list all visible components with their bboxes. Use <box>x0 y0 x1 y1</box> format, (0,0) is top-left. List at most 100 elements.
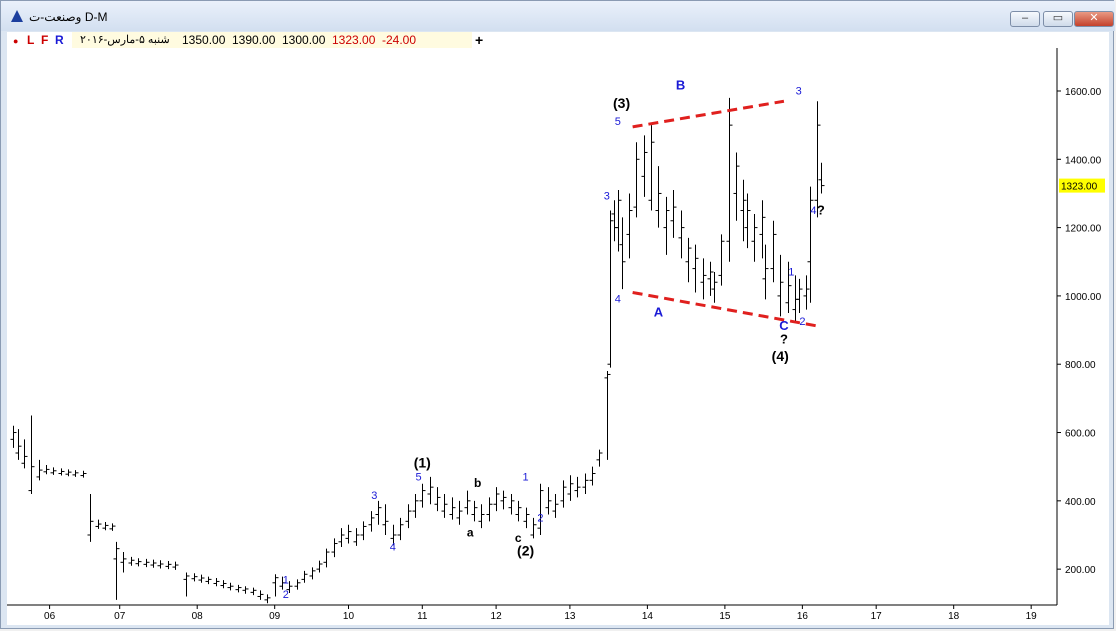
f-mode-button[interactable]: F <box>41 33 48 47</box>
last-price-label: 1323.00 <box>1061 182 1098 193</box>
chart-window: وصنعت-ت D-M – ▭ ✕ ● L F R شنبه ۵-مارس-۲۰… <box>0 0 1115 629</box>
wave-label: (4) <box>772 348 789 364</box>
add-indicator-button[interactable]: + <box>475 32 483 48</box>
ohlc-bar <box>792 275 799 322</box>
ohlc-bar <box>486 497 493 522</box>
restore-button[interactable]: ▭ <box>1043 11 1073 27</box>
ohlc-bar <box>198 574 205 583</box>
ohlc-bar <box>751 213 758 262</box>
price-chart[interactable]: 200.00400.00600.00800.001000.001200.0014… <box>7 48 1109 625</box>
ohlc-bar <box>796 278 803 313</box>
ohlc-bar <box>744 193 751 249</box>
ohlc-bar <box>87 494 94 542</box>
ohlc-bar <box>135 558 142 567</box>
ohlc-bar <box>109 523 116 531</box>
ohlc-bar <box>759 200 766 259</box>
ohlc-bar <box>80 470 87 478</box>
ohlc-bar <box>50 467 57 475</box>
wave-label: ? <box>817 203 825 218</box>
ohlc-bar <box>220 580 227 589</box>
ohlc-bar <box>530 517 537 539</box>
ohlc-bar <box>515 500 522 522</box>
open-value: 1350.00 <box>182 33 226 47</box>
high-value: 1390.00 <box>232 33 276 47</box>
ohlc-bar <box>360 521 367 541</box>
ohlc-bar <box>537 483 544 535</box>
x-tick-label: 18 <box>948 611 960 622</box>
r-mode-button[interactable]: R <box>55 33 64 47</box>
wave-label: 2 <box>537 512 543 524</box>
x-tick-label: 11 <box>417 611 428 622</box>
y-tick-label: 1200.00 <box>1065 224 1102 235</box>
y-tick-label: 1600.00 <box>1065 87 1102 98</box>
ohlc-bar <box>707 261 714 296</box>
x-tick-label: 07 <box>114 611 126 622</box>
y-tick-label: 800.00 <box>1065 360 1096 371</box>
ohlc-bar <box>172 561 179 570</box>
wave-label: 4 <box>615 294 621 306</box>
wave-label: 4 <box>390 541 396 553</box>
ohlc-bar <box>670 190 677 238</box>
ohlc-bar <box>648 125 655 211</box>
low-value: 1300.00 <box>282 33 326 47</box>
line-mode-button[interactable]: L <box>27 33 34 47</box>
wave-label: 2 <box>799 316 805 328</box>
ohlc-bar <box>777 254 784 317</box>
ohlc-bar <box>412 494 419 518</box>
x-tick-label: 12 <box>491 611 503 622</box>
ohlc-bar <box>15 429 22 460</box>
ohlc-bar <box>733 152 740 221</box>
ohlc-bar <box>567 475 574 501</box>
ohlc-bar <box>711 272 718 303</box>
ohlc-bar <box>596 449 603 467</box>
ohlc-bar <box>397 517 404 541</box>
ohlc-bar <box>165 560 172 570</box>
ohlc-bar <box>191 573 198 582</box>
ohlc-bar <box>43 464 50 475</box>
ohlc-bar <box>434 487 441 512</box>
x-tick-label: 14 <box>642 611 654 622</box>
ohlc-bar <box>353 528 360 546</box>
x-tick-label: 10 <box>343 611 355 622</box>
wave-label: 1 <box>788 266 794 278</box>
ohlc-bar <box>726 97 733 262</box>
ohlc-bar <box>382 504 389 535</box>
ohlc-bar <box>128 556 135 566</box>
ohlc-bar <box>242 586 249 594</box>
ohlc-bar <box>419 483 426 508</box>
ohlc-bar <box>456 500 463 525</box>
y-tick-label: 200.00 <box>1065 565 1096 576</box>
ohlc-bar <box>508 494 515 515</box>
record-dot-icon[interactable]: ● <box>13 34 18 48</box>
x-tick-label: 19 <box>1026 611 1038 622</box>
ohlc-bar <box>607 210 614 368</box>
ohlc-bar <box>345 524 352 544</box>
close-button[interactable]: ✕ <box>1074 11 1114 27</box>
wave-label: 1 <box>283 574 289 586</box>
y-tick-label: 1400.00 <box>1065 155 1102 166</box>
window-title: وصنعت-ت D-M <box>29 10 108 24</box>
ohlc-bar <box>619 217 626 290</box>
ohlc-bar <box>157 560 164 569</box>
y-tick-label: 600.00 <box>1065 429 1096 440</box>
chart-area[interactable]: 200.00 400.00 600.00 800.00 1000.00 1200.00 14… <box>7 48 1109 625</box>
ohlc-bar <box>272 574 279 597</box>
ohlc-bar <box>316 560 323 573</box>
ohlc-bar <box>633 142 640 218</box>
ohlc-bar <box>803 275 810 310</box>
ohlc-bar <box>28 415 35 494</box>
ohlc-bar <box>655 166 662 228</box>
ohlc-bar <box>718 234 725 286</box>
ohlc-bar <box>227 582 234 591</box>
ohlc-bar <box>552 494 559 518</box>
ohlc-bar <box>574 476 581 498</box>
x-tick-label: 06 <box>44 611 56 622</box>
ohlc-info-bar: شنبه ۵-مارس-۲۰۱۶ 1350.00 1390.00 1300.00… <box>72 32 472 48</box>
ohlc-bar <box>309 567 316 580</box>
x-tick-label: 09 <box>269 611 281 622</box>
ohlc-bar <box>762 244 769 300</box>
wave-label: 3 <box>371 490 377 502</box>
minimize-button[interactable]: – <box>1010 11 1040 27</box>
ohlc-bar <box>626 193 633 259</box>
ohlc-bar <box>615 190 622 252</box>
